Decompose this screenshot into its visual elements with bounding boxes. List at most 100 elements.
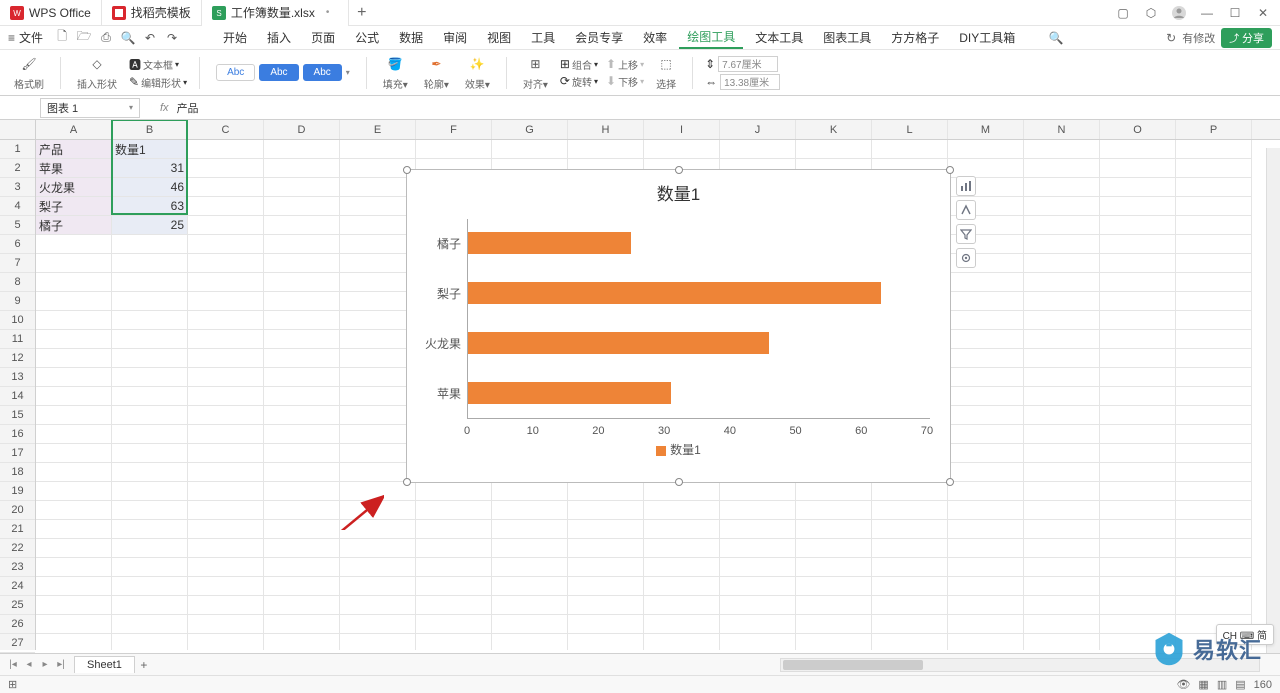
cell[interactable] [264,596,340,615]
cell[interactable] [1024,615,1100,634]
cell[interactable] [340,387,416,406]
chart-bar[interactable] [467,232,631,254]
add-sheet-button[interactable]: + [135,658,153,672]
cell[interactable]: 31 [112,159,188,178]
cell[interactable] [948,349,1024,368]
cell[interactable] [112,387,188,406]
cell[interactable] [1100,387,1176,406]
cell[interactable] [36,615,112,634]
cell[interactable] [340,520,416,539]
cell[interactable] [188,520,264,539]
chart-title[interactable]: 数量1 [407,170,950,205]
cell[interactable] [1100,444,1176,463]
cell[interactable] [872,615,948,634]
cell[interactable] [644,501,720,520]
style-abc-2[interactable]: Abc [259,64,298,81]
chart-handle-sw[interactable] [403,478,411,486]
cell[interactable] [188,216,264,235]
cell[interactable] [112,425,188,444]
cell[interactable] [492,501,568,520]
cell[interactable] [1176,254,1252,273]
row-header[interactable]: 27 [0,634,35,653]
cell[interactable] [1100,425,1176,444]
cell[interactable] [948,311,1024,330]
cell[interactable] [264,406,340,425]
chart-handle-nw[interactable] [403,166,411,174]
cell[interactable] [948,596,1024,615]
row-header[interactable]: 16 [0,425,35,444]
cell[interactable] [1100,178,1176,197]
ribbon-insert-shape[interactable]: ◇ 插入形状 [73,54,121,91]
cell[interactable] [264,444,340,463]
cell[interactable] [720,577,796,596]
cell[interactable] [112,406,188,425]
cell[interactable] [1100,368,1176,387]
menu-tab-text[interactable]: 文本工具 [747,27,811,48]
cell[interactable] [948,482,1024,501]
chart-handle-s[interactable] [675,478,683,486]
col-header[interactable]: E [340,120,416,139]
col-header[interactable]: M [948,120,1024,139]
cell[interactable] [492,615,568,634]
ribbon-textbox[interactable]: 🅰文本框▾ [129,56,187,73]
cell[interactable] [188,539,264,558]
menu-tab-review[interactable]: 审阅 [435,27,475,48]
cell[interactable] [112,615,188,634]
cell[interactable] [188,406,264,425]
cell[interactable] [720,558,796,577]
cell[interactable] [1024,197,1100,216]
cell[interactable] [796,634,872,650]
col-header[interactable]: I [644,120,720,139]
cell[interactable] [644,520,720,539]
cell[interactable] [1100,330,1176,349]
ribbon-paste-group[interactable]: 🖌 格式刷 [10,54,48,91]
cell[interactable] [264,273,340,292]
cell[interactable] [1176,520,1252,539]
cell[interactable] [492,577,568,596]
cell[interactable] [492,520,568,539]
cell[interactable] [796,501,872,520]
cell[interactable] [568,596,644,615]
ribbon-select[interactable]: ⬚选择 [652,54,680,91]
cell[interactable] [36,349,112,368]
cell[interactable] [492,634,568,650]
cell[interactable] [112,254,188,273]
scrollbar-thumb[interactable] [783,660,923,670]
style-abc-1[interactable]: Abc [216,64,255,81]
cell[interactable] [340,444,416,463]
cell[interactable] [340,273,416,292]
cell[interactable] [1100,197,1176,216]
cell[interactable] [188,425,264,444]
cell[interactable] [872,634,948,650]
ribbon-outline[interactable]: ✒轮廓▾ [420,54,453,91]
cell[interactable] [1100,216,1176,235]
cell[interactable] [1176,140,1252,159]
cell[interactable] [188,178,264,197]
cell[interactable] [340,539,416,558]
ribbon-align[interactable]: ⊞对齐▾ [519,54,552,91]
cell[interactable] [112,539,188,558]
cell[interactable] [264,216,340,235]
cell[interactable] [1176,387,1252,406]
row-header[interactable]: 6 [0,235,35,254]
cell[interactable] [492,558,568,577]
cell[interactable] [1024,159,1100,178]
cell[interactable] [1100,406,1176,425]
cell[interactable] [188,140,264,159]
name-box[interactable]: 图表 1▾ [40,98,140,118]
row-header[interactable]: 20 [0,501,35,520]
cell[interactable] [720,520,796,539]
cell[interactable] [872,501,948,520]
col-header[interactable]: C [188,120,264,139]
view-break-icon[interactable]: ▤ [1235,678,1245,691]
chart-handle-n[interactable] [675,166,683,174]
row-header[interactable]: 7 [0,254,35,273]
open-icon[interactable]: 🗁 [75,29,93,47]
cell[interactable] [948,140,1024,159]
style-abc-3[interactable]: Abc [303,64,342,81]
cell[interactable] [568,520,644,539]
cell[interactable] [340,634,416,650]
cell[interactable] [1024,482,1100,501]
cell[interactable] [948,368,1024,387]
window-hex-icon[interactable]: ⬡ [1138,2,1164,24]
